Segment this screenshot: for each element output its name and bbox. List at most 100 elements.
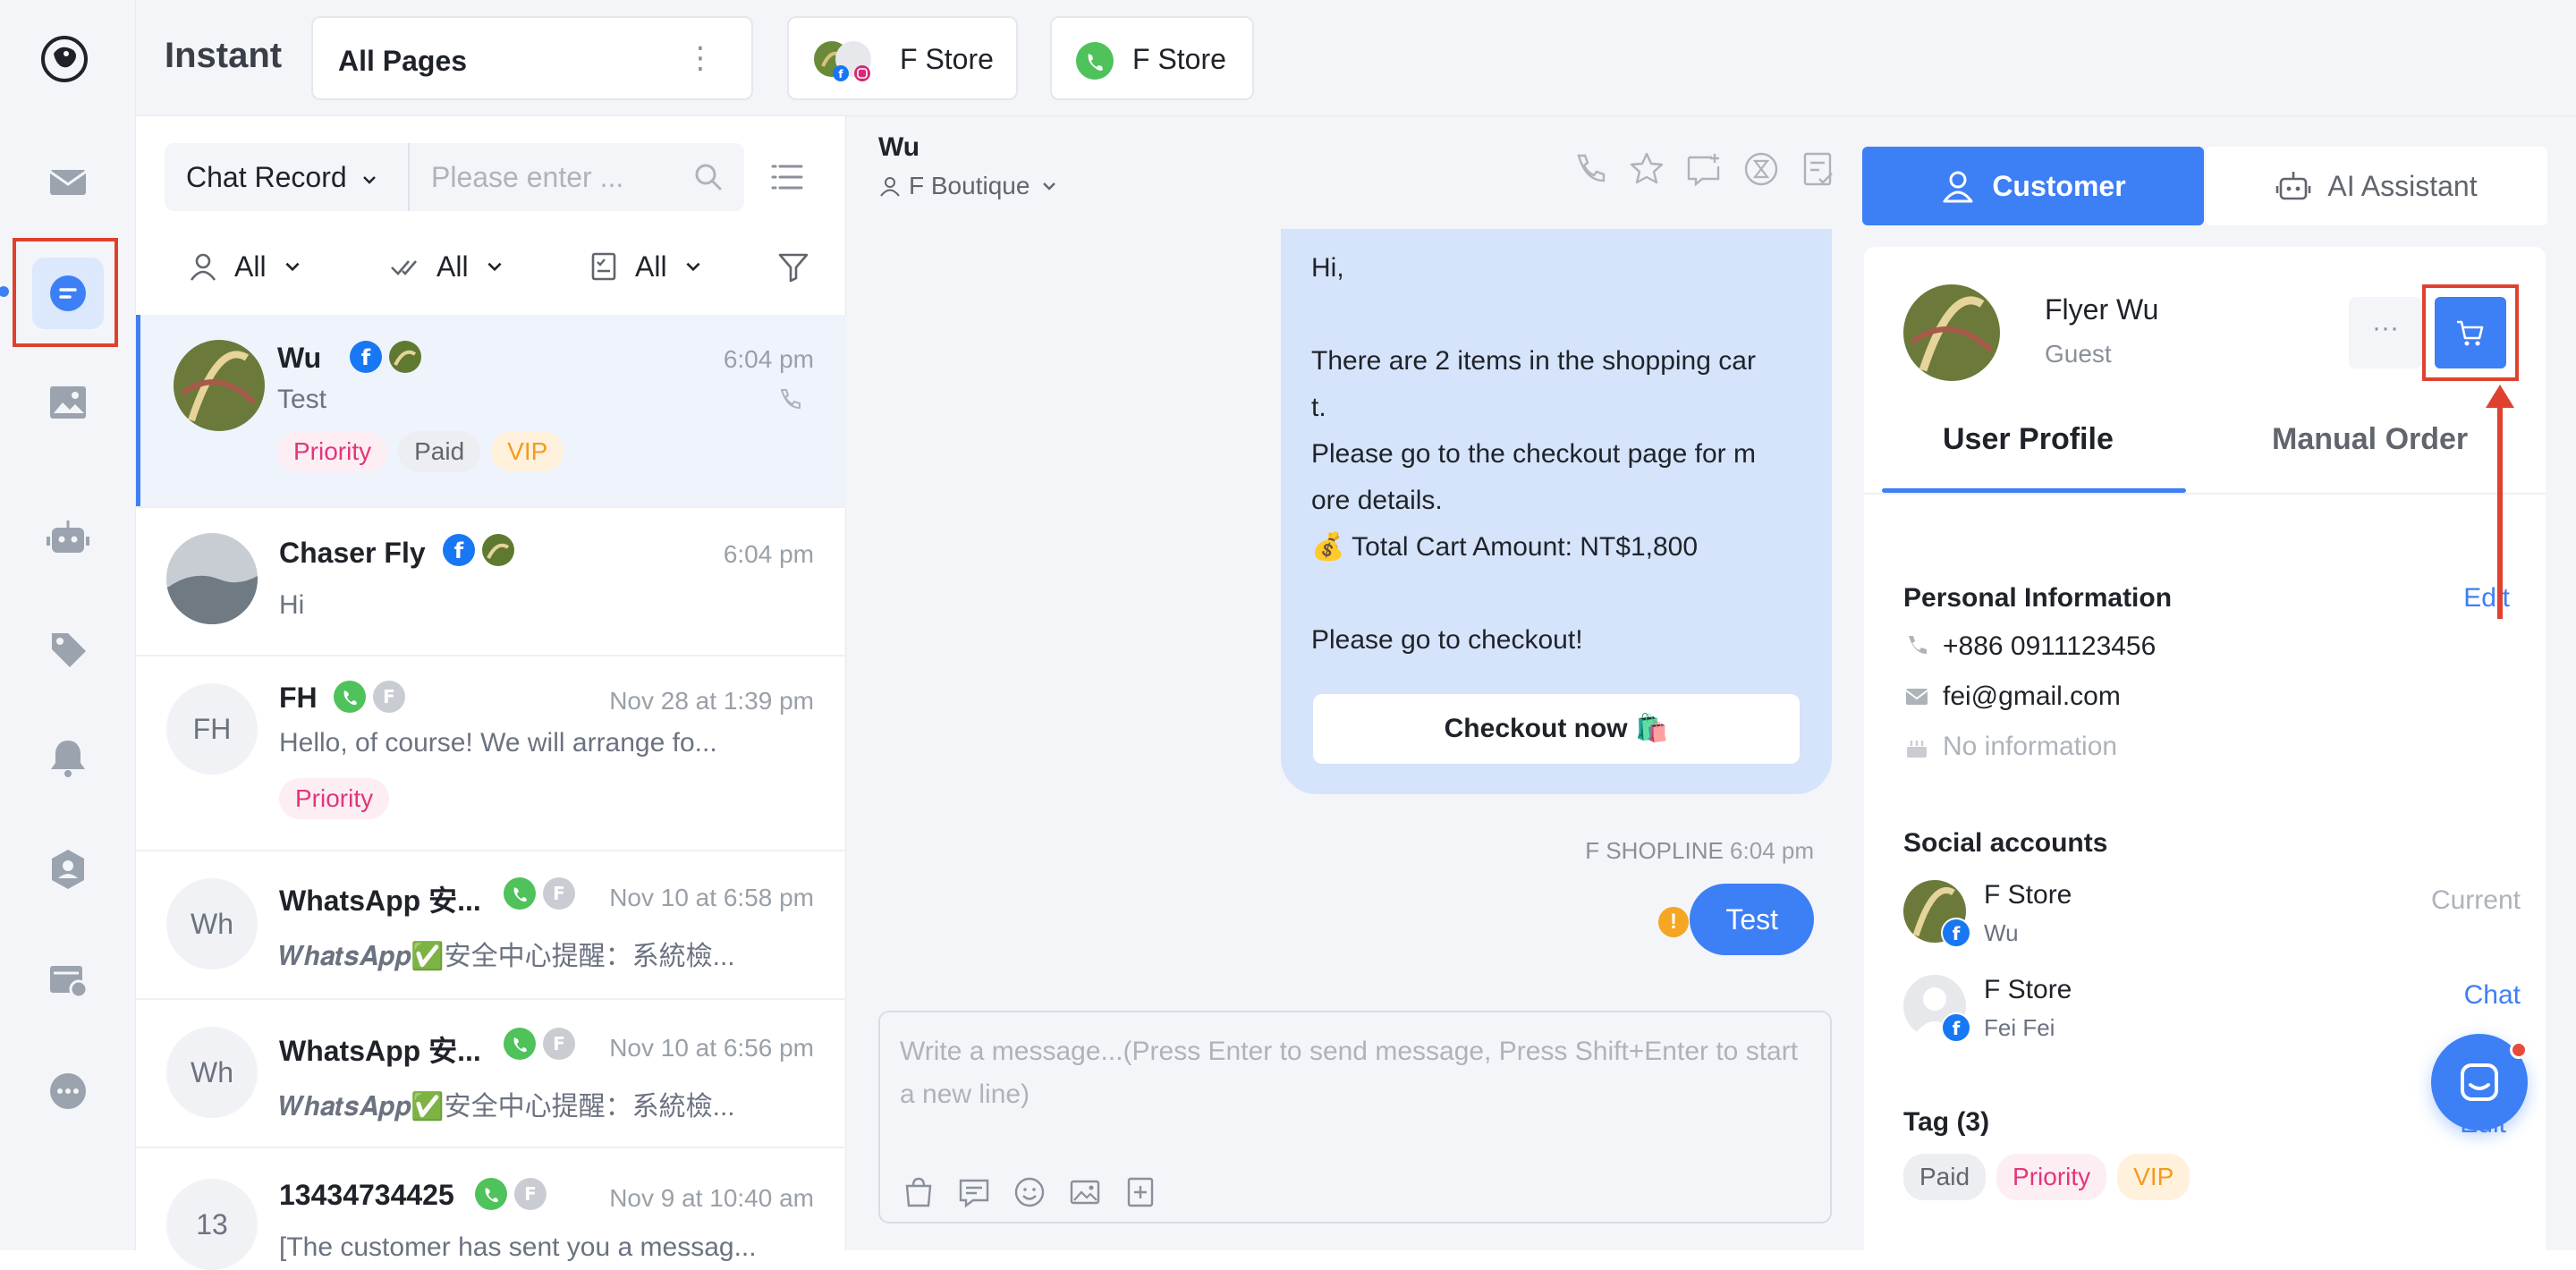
user-icon — [190, 253, 216, 281]
quick-reply-icon[interactable] — [957, 1175, 991, 1209]
social-account-sub: Fei Fei — [1984, 1014, 2055, 1041]
facebook-icon: f — [350, 341, 382, 373]
checkout-now-button[interactable]: Checkout now 🛍️ — [1313, 694, 1800, 764]
conversation-time: 6:04 pm — [723, 540, 814, 568]
cake-icon — [1907, 741, 1927, 758]
conversation-time: Nov 9 at 10:40 am — [609, 1184, 814, 1212]
note-check-icon[interactable] — [1800, 150, 1837, 188]
annotation-arrow — [2497, 390, 2503, 619]
status-filter[interactable]: All — [589, 241, 703, 292]
shopping-bag-icon[interactable] — [902, 1175, 936, 1209]
filter-label: All — [635, 250, 667, 283]
assignee-filter[interactable]: All — [188, 241, 302, 292]
emoji-icon[interactable] — [1013, 1175, 1046, 1209]
list-view-icon[interactable] — [769, 159, 805, 195]
conversation-item[interactable]: Chaser Fly f 6:04 pm Hi — [136, 508, 846, 656]
phone-row: +886 0911123456 — [1903, 631, 2156, 662]
channel-badges: F — [497, 1027, 576, 1061]
filter-row: All All All — [188, 241, 814, 292]
conversation-time: 6:04 pm — [723, 345, 814, 373]
bot-icon[interactable] — [32, 503, 104, 574]
mail-icon[interactable] — [32, 147, 104, 218]
conversation-snippet: 𝑾𝒉𝒂𝒕𝒔𝑨𝒑𝒑✅安全中心提醒：系統檢... — [279, 1092, 735, 1122]
page-selector[interactable]: All Pages ⋮ — [311, 16, 753, 100]
funnel-filter-icon[interactable] — [776, 250, 810, 284]
left-rail — [0, 0, 136, 1250]
store-tab-facebook[interactable]: f F Store — [787, 16, 1018, 100]
conversation-name: WhatsApp 安... — [279, 1035, 481, 1067]
search-divider — [408, 143, 410, 211]
comment-add-icon[interactable] — [1685, 150, 1723, 188]
conversation-item[interactable]: Wh WhatsApp 安... F Nov 10 at 6:58 pm 𝑾𝒉𝒂… — [136, 851, 846, 1000]
conversation-snippet: Test — [277, 385, 327, 414]
search-type-select[interactable]: Chat Record — [186, 161, 378, 194]
svg-text:F: F — [383, 686, 395, 707]
active-indicator — [0, 286, 9, 297]
whatsapp-icon — [1076, 42, 1114, 80]
image-icon[interactable] — [1068, 1175, 1102, 1209]
store-settings-icon[interactable] — [32, 944, 104, 1016]
phone-icon[interactable] — [1571, 150, 1608, 188]
tab-customer[interactable]: Customer — [1862, 147, 2204, 225]
phone-icon — [780, 389, 801, 410]
tag-icon[interactable] — [32, 614, 104, 685]
note-add-icon[interactable] — [1123, 1175, 1157, 1209]
tab-user-profile[interactable]: User Profile — [1943, 422, 2114, 457]
boutique-selector[interactable]: F Boutique — [878, 172, 1065, 200]
tab-manual-order[interactable]: Manual Order — [2272, 422, 2468, 457]
app-logo-icon[interactable] — [39, 34, 89, 84]
chat-link[interactable]: Chat — [2464, 980, 2521, 1011]
channel-badges: f — [343, 340, 422, 374]
warning-icon[interactable]: ! — [1658, 907, 1689, 937]
star-icon[interactable] — [1628, 150, 1665, 188]
more-options-button[interactable]: ··· — [2349, 297, 2422, 368]
chevron-down-icon — [285, 262, 300, 272]
double-check-icon — [391, 260, 417, 275]
hourglass-icon[interactable] — [1742, 150, 1780, 188]
user-icon — [880, 177, 900, 197]
contact-icon[interactable] — [32, 834, 104, 905]
conversation-item[interactable]: Wu f 6:04 pm Test Priority Paid VIP — [136, 315, 846, 508]
conversation-name: WhatsApp 安... — [279, 885, 481, 917]
tag-title: Tag (3) — [1903, 1107, 1990, 1137]
message-line: ​ — [1311, 571, 1801, 617]
email-row: fei@gmail.com — [1903, 682, 2121, 712]
store-avatar-icon — [482, 534, 514, 566]
conversation-item[interactable]: Wh WhatsApp 安... F Nov 10 at 6:56 pm 𝑾𝒉𝒂… — [136, 1000, 846, 1148]
message-composer[interactable]: Write a message...(Press Enter to send m… — [878, 1011, 1832, 1223]
boutique-label: F Boutique — [909, 172, 1030, 199]
tag-paid: Paid — [398, 431, 481, 472]
notification-dot — [2510, 1041, 2528, 1059]
svg-text:F: F — [524, 1183, 537, 1205]
kebab-icon[interactable]: ⋮ — [685, 43, 716, 73]
read-filter[interactable]: All — [390, 241, 504, 292]
app-title: Instant — [165, 36, 283, 75]
store-avatar-icon: F — [543, 877, 575, 910]
search-input[interactable]: Please enter ... — [431, 161, 623, 194]
conversation-item[interactable]: FH FH F Nov 28 at 1:39 pm Hello, of cour… — [136, 656, 846, 851]
channel-badges: f — [436, 533, 515, 567]
message-line: ore details. — [1311, 486, 1443, 515]
more-icon[interactable] — [32, 1055, 104, 1127]
whatsapp-icon — [334, 681, 366, 713]
chevron-down-icon — [1043, 182, 1056, 190]
message-line: t. — [1311, 393, 1326, 422]
tag-vip: VIP — [2117, 1154, 2190, 1200]
bell-icon[interactable] — [32, 723, 104, 794]
store-tab-label: F Store — [900, 43, 994, 75]
tag-priority: Priority — [1996, 1154, 2107, 1200]
conversation-snippet: 𝑾𝒉𝒂𝒕𝒔𝑨𝒑𝒑✅安全中心提醒：系統檢... — [279, 942, 735, 971]
conversation-list-panel: Chat Record Please enter ... All All All — [136, 116, 846, 1270]
search-icon[interactable] — [692, 161, 724, 193]
store-tab-label: F Store — [1132, 43, 1226, 75]
conversation-time: Nov 10 at 6:58 pm — [609, 884, 814, 911]
social-accounts-title: Social accounts — [1903, 828, 2108, 858]
store-tab-whatsapp[interactable]: F Store — [1050, 16, 1254, 100]
tab-customer-label: Customer — [1992, 169, 2126, 202]
tab-ai-assistant[interactable]: AI Assistant — [2206, 147, 2547, 225]
gallery-icon[interactable] — [32, 367, 104, 438]
conversation-item[interactable]: 13 13434734425 F Nov 9 at 10:40 am [The … — [136, 1148, 846, 1270]
edit-personal-link[interactable]: Edit — [2463, 583, 2510, 614]
tag-priority: Priority — [279, 778, 390, 819]
sender-meta: F SHOPLINE 6:04 pm — [1585, 837, 1814, 865]
